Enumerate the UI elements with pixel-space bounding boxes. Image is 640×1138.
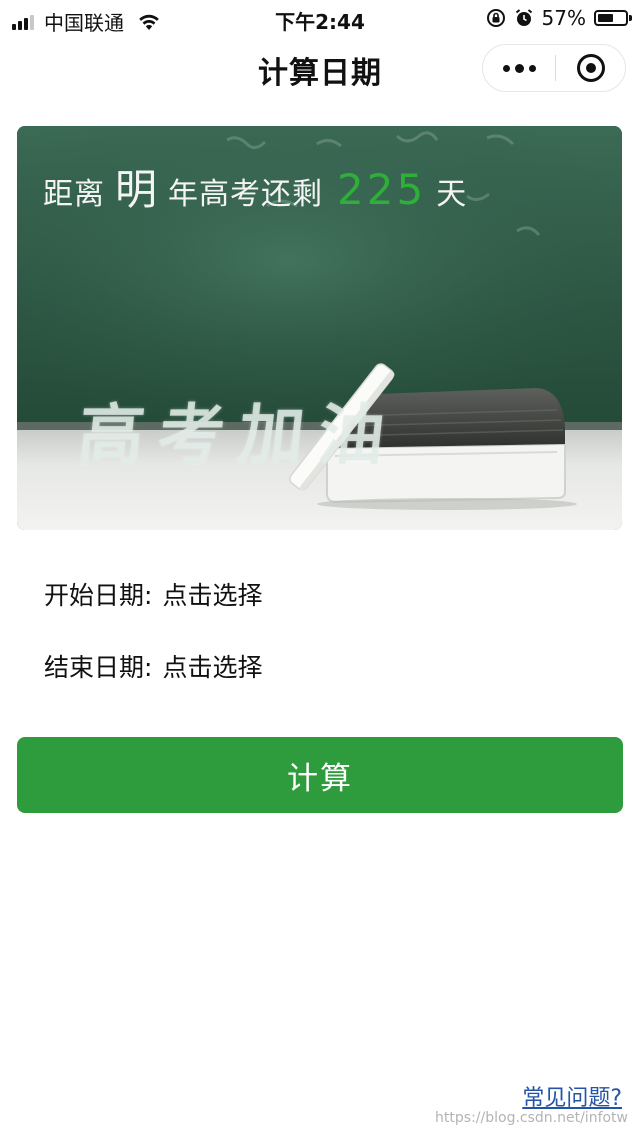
chalk-slogan: 高考加油: [74, 396, 403, 474]
start-date-picker[interactable]: 开始日期: 点击选择: [44, 576, 262, 612]
countdown-middle: 年高考还剩: [168, 177, 324, 212]
more-dot-icon: [502, 64, 510, 72]
status-right: 57%: [486, 6, 632, 30]
more-dot-icon: [514, 63, 524, 73]
start-date-label: 开始日期:: [44, 581, 153, 610]
alarm-icon: [515, 9, 532, 26]
end-date-value[interactable]: 点击选择: [162, 648, 262, 684]
countdown-headline: 距离 明 年高考还剩 225 天: [43, 156, 467, 217]
countdown-days: 225: [337, 165, 427, 214]
battery-percent: 57%: [541, 6, 586, 30]
countdown-year: 明: [115, 165, 159, 214]
rotation-lock-icon: [486, 9, 505, 27]
end-date-picker[interactable]: 结束日期: 点击选择: [44, 648, 262, 684]
more-dot-icon: [528, 64, 536, 72]
status-bar: 中国联通 下午2:44 57%: [0, 0, 640, 36]
countdown-prefix: 距离: [43, 177, 105, 212]
close-button[interactable]: [556, 45, 625, 91]
mini-program-capsule: [482, 44, 626, 92]
faq-link[interactable]: 常见问题?: [522, 1080, 622, 1112]
banner: 距离 明 年高考还剩 225 天 高考加油: [17, 126, 622, 530]
more-button[interactable]: [483, 45, 555, 91]
calculate-button[interactable]: 计算: [17, 737, 623, 813]
battery-icon: [594, 10, 632, 26]
nav-bar: 计算日期: [0, 36, 640, 102]
watermark: https://blog.csdn.net/infotw: [435, 1110, 628, 1126]
close-target-icon: [576, 54, 605, 82]
battery-level: [598, 14, 613, 22]
end-date-label: 结束日期:: [44, 653, 153, 682]
countdown-suffix: 天: [436, 177, 468, 212]
start-date-value[interactable]: 点击选择: [162, 576, 262, 612]
